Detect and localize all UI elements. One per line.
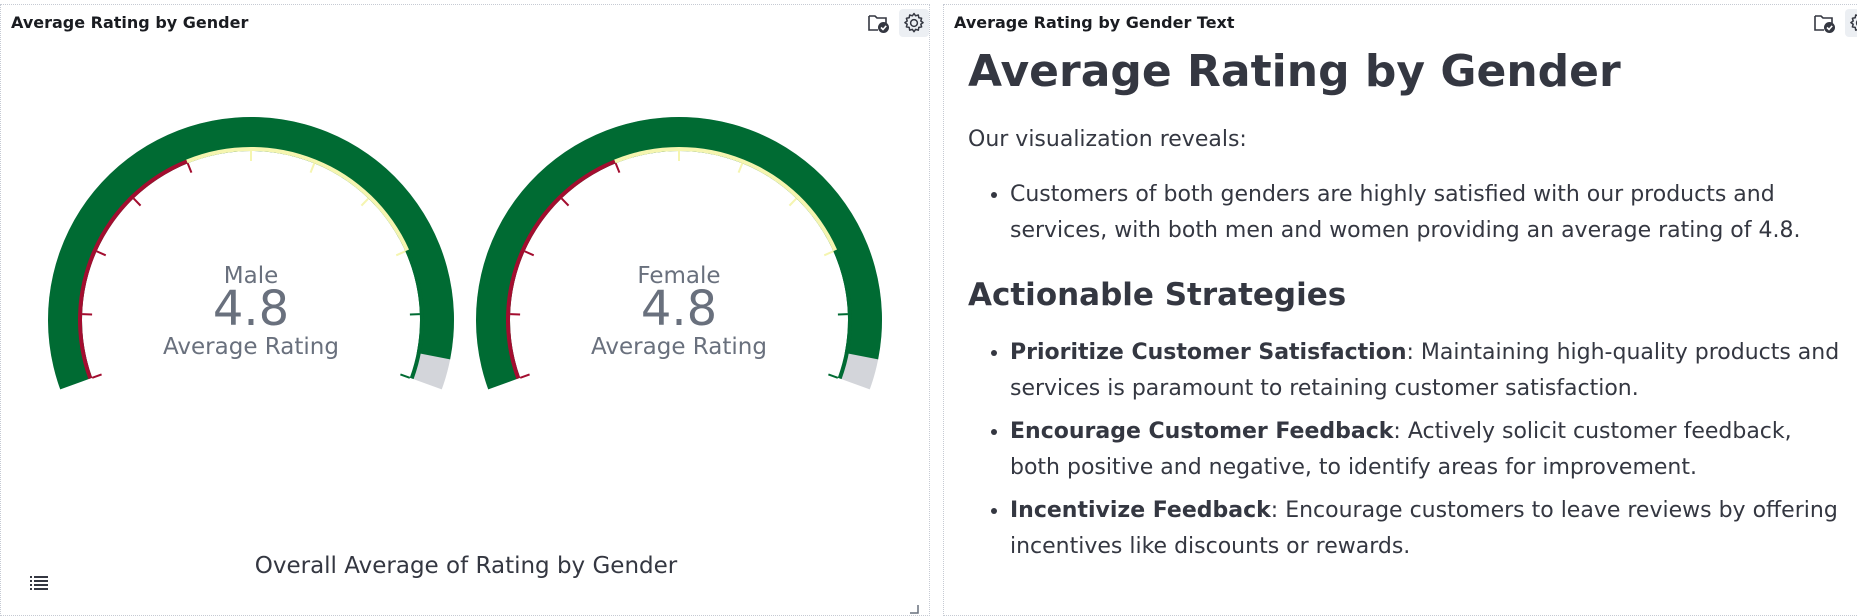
panel-actions (1809, 9, 1857, 37)
gauge-tick (96, 250, 107, 257)
gauge-tick (186, 162, 193, 173)
list-item: Customers of both genders are highly sat… (1010, 177, 1848, 249)
gear-icon[interactable] (1845, 9, 1857, 37)
strategies-list: Prioritize Customer Satisfaction: Mainta… (968, 335, 1848, 565)
gauge-tick (823, 250, 834, 257)
gauge-tick (400, 373, 411, 379)
strategy-title: Prioritize Customer Satisfaction (1010, 340, 1407, 365)
markdown-subheading: Actionable Strategies (968, 277, 1347, 313)
gauge-tick (395, 250, 406, 257)
list-item: Encourage Customer Feedback: Actively so… (1010, 414, 1848, 486)
panel-title: Average Rating by Gender Text (954, 13, 1235, 32)
markdown-heading: Average Rating by Gender (968, 46, 1621, 97)
gauge-tick (828, 373, 839, 379)
gauge-tick (132, 197, 142, 207)
gauge-panel: Average Rating by Gender Male 4.8 Average … (0, 4, 930, 616)
gauge-tick (737, 162, 744, 173)
gauge-value-label: 4.8 (641, 281, 717, 337)
gauge-chart: Male4.8Average RatingFemale4.8Average Ra… (47, 116, 883, 390)
resize-handle[interactable] (909, 599, 919, 614)
list-item: Incentivize Feedback: Encourage customer… (1010, 493, 1848, 565)
list-icon[interactable] (27, 571, 51, 595)
list-item: Prioritize Customer Satisfaction: Mainta… (1010, 335, 1848, 407)
gauge-tick (560, 197, 570, 207)
gauge-tick (519, 373, 530, 379)
gauge-tick (614, 162, 621, 173)
gauge-tick (309, 162, 316, 173)
folder-check-icon[interactable] (1809, 9, 1839, 37)
markdown-content: Average Rating by Gender Our visualizati… (968, 39, 1848, 572)
chart-caption: Overall Average of Rating by Gender (254, 553, 678, 579)
strategy-title: Encourage Customer Feedback (1010, 419, 1394, 444)
strategy-title: Incentivize Feedback (1010, 498, 1271, 523)
gauge-tick (91, 373, 102, 379)
gauge-tick (360, 197, 370, 207)
gauge-tick (788, 197, 798, 207)
markdown-intro: Our visualization reveals: (968, 127, 1247, 152)
markdown-panel: Average Rating by Gender Text Average Ra… (943, 4, 1857, 616)
findings-list: Customers of both genders are highly sat… (968, 177, 1848, 249)
gauge-sublabel: Average Rating (163, 334, 339, 360)
gauge-tick (524, 250, 535, 257)
gauge-sublabel: Average Rating (591, 334, 767, 360)
gauge-value-label: 4.8 (213, 281, 289, 337)
